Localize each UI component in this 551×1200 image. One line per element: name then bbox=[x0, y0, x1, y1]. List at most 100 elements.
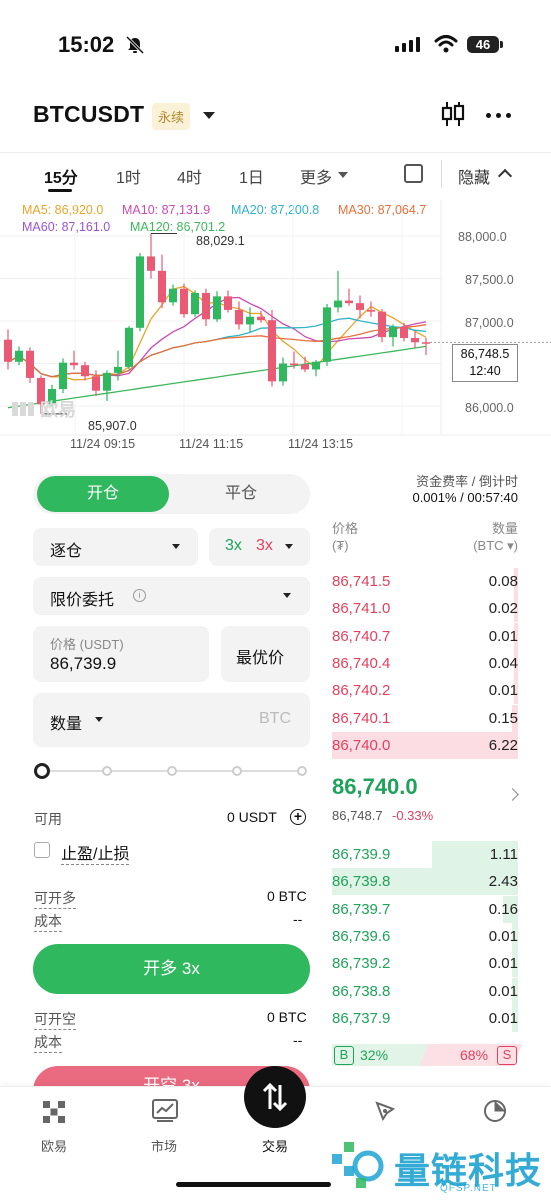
ask-row[interactable]: 86,741.5 0.08 bbox=[332, 568, 518, 595]
chevron-up-icon[interactable] bbox=[497, 168, 513, 184]
price-tick: 87,500.0 bbox=[465, 273, 514, 287]
tab-4h[interactable]: 4时 bbox=[177, 164, 202, 188]
low-price-label: 85,907.0 bbox=[88, 419, 137, 433]
candle bbox=[268, 309, 276, 387]
candle bbox=[323, 304, 331, 367]
candle-body bbox=[202, 292, 210, 320]
tab-1d[interactable]: 1日 bbox=[239, 164, 264, 188]
order-price: 86,738.8 bbox=[332, 982, 391, 1000]
bid-row[interactable]: 86,737.9 0.01 bbox=[332, 1004, 518, 1032]
candle-body bbox=[81, 365, 89, 377]
order-price: 86,739.6 bbox=[332, 927, 391, 945]
tab-1h[interactable]: 1时 bbox=[116, 164, 141, 188]
order-price: 86,740.2 bbox=[332, 682, 391, 700]
order-price: 86,737.9 bbox=[332, 1009, 391, 1027]
candle bbox=[301, 356, 309, 372]
bid-row[interactable]: 86,739.6 0.01 bbox=[332, 922, 518, 950]
funding-label: 资金费率 / 倒计时 bbox=[416, 474, 518, 489]
candle-body bbox=[169, 288, 177, 303]
ask-row[interactable]: 86,741.0 0.02 bbox=[332, 595, 518, 623]
slider-step-25[interactable] bbox=[102, 766, 112, 776]
long-leverage: 3x bbox=[225, 537, 242, 554]
exchange-watermark: 欧易 bbox=[12, 396, 76, 422]
candle-body bbox=[312, 361, 320, 370]
tpsl-label[interactable]: 止盈/止损 bbox=[61, 840, 130, 865]
ask-row[interactable]: 86,740.7 0.01 bbox=[332, 622, 518, 650]
available-label: 可用 bbox=[34, 811, 62, 827]
order-qty: 0.01 bbox=[488, 1009, 518, 1027]
more-options-icon[interactable] bbox=[486, 113, 511, 118]
best-price-label: 最优价 bbox=[236, 650, 285, 667]
price-tick: 87,000.0 bbox=[465, 316, 514, 330]
slider-step-75[interactable] bbox=[232, 766, 242, 776]
sell-badge: S bbox=[497, 1046, 517, 1065]
pair-title[interactable]: BTCUSDT bbox=[33, 101, 144, 128]
chart-settings-icon[interactable] bbox=[404, 164, 423, 183]
candle-body bbox=[224, 296, 232, 310]
hide-chart-button[interactable]: 隐藏 bbox=[458, 164, 490, 188]
wifi-icon bbox=[434, 35, 458, 53]
candle bbox=[235, 301, 243, 330]
candle bbox=[169, 284, 177, 306]
candle bbox=[356, 295, 364, 319]
ask-row[interactable]: 86,740.0 6.22 bbox=[332, 731, 518, 759]
bid-row[interactable]: 86,739.2 0.01 bbox=[332, 950, 518, 978]
tab-market-label[interactable]: 市场 bbox=[151, 1136, 177, 1155]
bid-row[interactable]: 86,739.8 2.43 bbox=[332, 868, 518, 896]
pair-selector-chevron-icon[interactable] bbox=[203, 112, 215, 119]
price-tick: 86,000.0 bbox=[465, 401, 514, 415]
open-long-button[interactable]: 开多 3x bbox=[33, 944, 310, 994]
slider-step-50[interactable] bbox=[167, 766, 177, 776]
ask-row[interactable]: 86,740.2 0.01 bbox=[332, 677, 518, 705]
tab-15m[interactable]: 15分 bbox=[44, 164, 78, 188]
bid-row[interactable]: 86,739.7 0.16 bbox=[332, 895, 518, 923]
candlestick-icon[interactable] bbox=[440, 100, 466, 128]
price-input-value[interactable]: 86,739.9 bbox=[50, 654, 116, 674]
order-qty: 0.04 bbox=[488, 654, 518, 672]
quantity-mode-select[interactable]: 数量 bbox=[50, 710, 82, 734]
order-qty: 0.01 bbox=[488, 955, 518, 973]
add-funds-icon[interactable]: + bbox=[290, 809, 306, 825]
ask-row[interactable]: 86,740.4 0.04 bbox=[332, 649, 518, 677]
orderbook-qty-header: 数量 bbox=[491, 521, 518, 536]
order-price: 86,740.0 bbox=[332, 736, 391, 754]
tab-home-label[interactable]: 欧易 bbox=[41, 1136, 67, 1155]
tpsl-checkbox[interactable] bbox=[34, 842, 50, 858]
candle bbox=[26, 347, 34, 384]
tab-close-position[interactable]: 平仓 bbox=[175, 476, 307, 512]
market-chart-icon[interactable] bbox=[152, 1099, 178, 1123]
candle-body bbox=[26, 350, 34, 378]
mark-price: 86,748.7 bbox=[332, 808, 383, 823]
tab-more[interactable]: 更多 bbox=[300, 164, 332, 188]
tab-trade-label[interactable]: 交易 bbox=[262, 1136, 288, 1155]
bid-row[interactable]: 86,739.9 1.11 bbox=[332, 841, 518, 868]
info-icon[interactable]: i bbox=[133, 589, 146, 602]
candle-body bbox=[378, 311, 386, 338]
tab-open-position[interactable]: 开仓 bbox=[37, 476, 169, 512]
candle-body bbox=[15, 350, 23, 362]
discover-compass-icon[interactable] bbox=[373, 1099, 397, 1123]
okx-logo-icon[interactable] bbox=[43, 1101, 65, 1123]
candle bbox=[378, 309, 386, 343]
orderbook-qty-unit-select[interactable]: (BTC ▾) bbox=[473, 538, 518, 554]
candle bbox=[81, 361, 89, 381]
ask-row[interactable]: 86,740.1 0.15 bbox=[332, 704, 518, 732]
candle-body bbox=[136, 256, 144, 328]
candle bbox=[312, 360, 320, 377]
bid-row[interactable]: 86,738.8 0.01 bbox=[332, 977, 518, 1005]
candle-body bbox=[257, 316, 265, 321]
divider bbox=[441, 160, 442, 188]
slider-thumb[interactable] bbox=[34, 763, 50, 779]
candle bbox=[246, 307, 254, 333]
candle-body bbox=[180, 288, 188, 315]
candle bbox=[92, 370, 100, 396]
divider bbox=[0, 152, 551, 153]
assets-pie-icon[interactable] bbox=[483, 1099, 507, 1123]
ma30-line bbox=[7, 324, 427, 378]
candle bbox=[224, 290, 232, 313]
chevron-right-icon[interactable] bbox=[506, 788, 519, 801]
slider-step-100[interactable] bbox=[297, 766, 307, 776]
chevron-down-icon bbox=[283, 593, 291, 598]
candle bbox=[279, 357, 287, 386]
active-tab-indicator bbox=[48, 189, 72, 192]
